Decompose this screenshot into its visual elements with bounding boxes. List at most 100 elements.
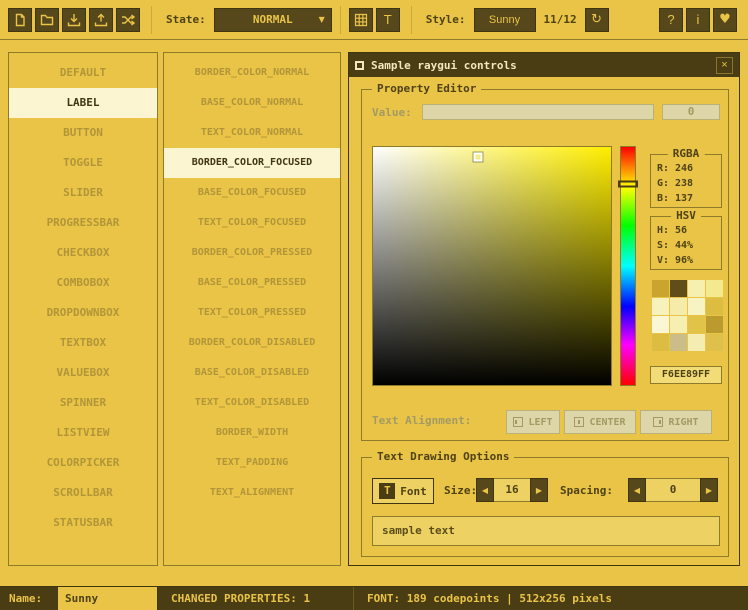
save-style-button[interactable] <box>62 8 86 32</box>
export-style-button[interactable] <box>89 8 113 32</box>
color-swatch[interactable] <box>652 334 669 351</box>
color-swatch[interactable] <box>688 280 705 297</box>
list-item[interactable]: BASE_COLOR_DISABLED <box>164 358 340 388</box>
value-box[interactable]: 0 <box>662 104 720 120</box>
list-item[interactable]: COMBOBOX <box>9 268 157 298</box>
sample-text-input[interactable]: sample text <box>372 516 720 546</box>
list-item[interactable]: VALUEBOX <box>9 358 157 388</box>
color-picker-cursor[interactable] <box>473 152 482 161</box>
list-item[interactable]: TEXT_COLOR_DISABLED <box>164 388 340 418</box>
window-titlebar[interactable]: Sample raygui controls × <box>349 53 739 77</box>
color-picker-panel[interactable] <box>372 146 612 386</box>
changed-properties-status: CHANGED PROPERTIES: 1 <box>158 587 354 610</box>
list-item[interactable]: BORDER_WIDTH <box>164 418 340 448</box>
color-swatch[interactable] <box>670 298 687 315</box>
list-item[interactable]: BASE_COLOR_NORMAL <box>164 88 340 118</box>
list-item[interactable]: TEXT_ALIGNMENT <box>164 478 340 508</box>
list-item[interactable]: BORDER_COLOR_PRESSED <box>164 238 340 268</box>
spacing-increase-button[interactable]: ▶ <box>700 478 718 502</box>
align-left-button[interactable]: LEFT <box>506 410 560 434</box>
list-item[interactable]: DROPDOWNBOX <box>9 298 157 328</box>
save-icon <box>67 13 81 27</box>
color-swatch[interactable] <box>652 316 669 333</box>
style-name-input[interactable]: Sunny <box>58 587 158 610</box>
font-info-status: FONT: 189 codepoints | 512x256 pixels <box>354 587 748 610</box>
list-item[interactable]: SLIDER <box>9 178 157 208</box>
list-item[interactable]: TEXT_COLOR_PRESSED <box>164 298 340 328</box>
spacing-spinner: ◀ 0 ▶ <box>628 478 718 502</box>
list-item[interactable]: CHECKBOX <box>9 238 157 268</box>
toolbar-right-group: ? i ♥ <box>659 8 740 32</box>
font-t-icon: T <box>379 483 395 499</box>
rgba-group: RGBA R:246 G:238 B:137 <box>650 154 722 208</box>
list-item[interactable]: LABEL <box>9 88 157 118</box>
sponsor-button[interactable]: ♥ <box>713 8 737 32</box>
list-item[interactable]: BASE_COLOR_FOCUSED <box>164 178 340 208</box>
hue-slider-cursor[interactable] <box>618 181 638 188</box>
list-item[interactable]: TEXT_COLOR_NORMAL <box>164 118 340 148</box>
list-item[interactable]: DEFAULT <box>9 58 157 88</box>
reload-style-button[interactable]: ↻ <box>585 8 609 32</box>
align-center-button[interactable]: CENTER <box>564 410 636 434</box>
list-item[interactable]: TEXTBOX <box>9 328 157 358</box>
hsv-v-row: V:96% <box>657 253 721 268</box>
window-icon <box>355 61 364 70</box>
list-item[interactable]: PROGRESSBAR <box>9 208 157 238</box>
color-swatch[interactable] <box>706 316 723 333</box>
color-swatch[interactable] <box>670 334 687 351</box>
grid-icon <box>354 13 368 27</box>
color-swatch[interactable] <box>706 334 723 351</box>
list-item[interactable]: BUTTON <box>9 118 157 148</box>
style-table-button[interactable] <box>349 8 373 32</box>
color-swatch[interactable] <box>688 334 705 351</box>
list-item[interactable]: COLORPICKER <box>9 448 157 478</box>
color-swatch[interactable] <box>706 280 723 297</box>
random-style-button[interactable] <box>116 8 140 32</box>
color-swatch[interactable] <box>652 298 669 315</box>
new-style-button[interactable] <box>8 8 32 32</box>
list-item[interactable]: BASE_COLOR_PRESSED <box>164 268 340 298</box>
chevron-down-icon: ▼ <box>319 15 325 24</box>
size-increase-button[interactable]: ▶ <box>530 478 548 502</box>
list-item[interactable]: BORDER_COLOR_NORMAL <box>164 58 340 88</box>
heart-icon: ♥ <box>719 12 731 27</box>
state-dropdown-value: NORMAL <box>253 13 293 26</box>
color-swatch[interactable] <box>688 298 705 315</box>
list-item[interactable]: LISTVIEW <box>9 418 157 448</box>
list-item[interactable]: BORDER_COLOR_FOCUSED <box>164 148 340 178</box>
color-swatch[interactable] <box>688 316 705 333</box>
list-item[interactable]: SPINNER <box>9 388 157 418</box>
color-swatch[interactable] <box>670 280 687 297</box>
hue-slider[interactable] <box>620 146 636 386</box>
hex-color-input[interactable]: F6EE89FF <box>650 366 722 384</box>
left-arrow-icon: ◀ <box>482 486 488 495</box>
style-index: 11/12 <box>544 13 577 26</box>
size-decrease-button[interactable]: ◀ <box>476 478 494 502</box>
state-dropdown[interactable]: NORMAL ▼ <box>214 8 332 32</box>
font-button[interactable]: T Font <box>372 478 434 504</box>
text-drawing-options-label: Text Drawing Options <box>372 450 514 463</box>
spacing-decrease-button[interactable]: ◀ <box>628 478 646 502</box>
style-name-button[interactable]: Sunny <box>474 8 536 32</box>
load-style-button[interactable] <box>35 8 59 32</box>
value-slider[interactable] <box>422 104 654 120</box>
list-item[interactable]: BORDER_COLOR_DISABLED <box>164 328 340 358</box>
color-swatch[interactable] <box>706 298 723 315</box>
list-item[interactable]: TEXT_COLOR_FOCUSED <box>164 208 340 238</box>
align-right-button[interactable]: RIGHT <box>640 410 712 434</box>
color-swatch[interactable] <box>670 316 687 333</box>
reload-icon: ↻ <box>591 12 602 27</box>
size-value[interactable]: 16 <box>494 478 530 502</box>
property-editor-group-label: Property Editor <box>372 82 481 95</box>
color-swatch[interactable] <box>652 280 669 297</box>
list-item[interactable]: TEXT_PADDING <box>164 448 340 478</box>
close-button[interactable]: × <box>716 57 733 74</box>
list-item[interactable]: SCROLLBAR <box>9 478 157 508</box>
help-button[interactable]: ? <box>659 8 683 32</box>
list-item[interactable]: STATUSBAR <box>9 508 157 538</box>
font-atlas-button[interactable]: T <box>376 8 400 32</box>
list-item[interactable]: TOGGLE <box>9 148 157 178</box>
spacing-value[interactable]: 0 <box>646 478 700 502</box>
info-button[interactable]: i <box>686 8 710 32</box>
right-arrow-icon: ▶ <box>706 486 712 495</box>
